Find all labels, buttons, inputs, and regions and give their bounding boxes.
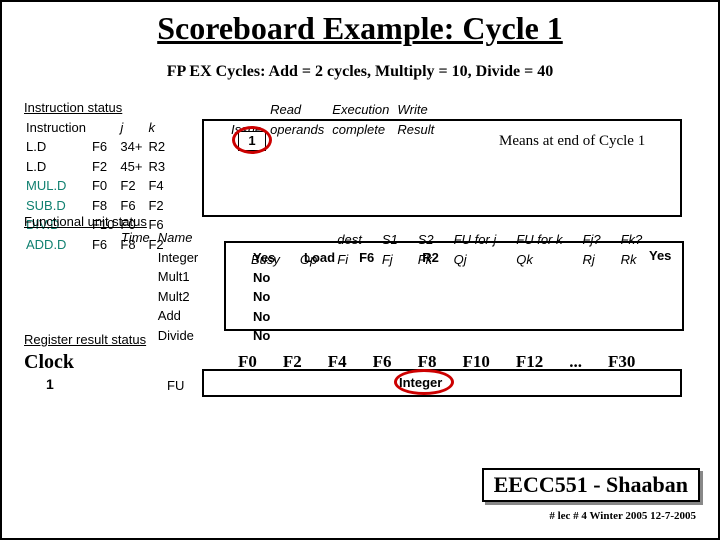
- clock-value: 1: [46, 375, 54, 394]
- slide: Scoreboard Example: Cycle 1 FP EX Cycles…: [0, 0, 720, 540]
- col-k: k: [148, 119, 169, 137]
- reg-status-label: Register result status: [24, 331, 146, 349]
- slide-subtitle: FP EX Cycles: Add = 2 cycles, Multiply =…: [2, 63, 718, 81]
- clock-label: Clock: [24, 349, 74, 376]
- fu-integer-row: Load F6 R2: [302, 247, 463, 269]
- highlight-oval-issue: [232, 126, 272, 154]
- rk-yes: Yes: [649, 247, 671, 265]
- fu-names: TimeName Integer Mult1 Mult2 Add Divide: [119, 227, 206, 346]
- fu-row-label: FU: [167, 377, 184, 395]
- col-j: j: [120, 119, 146, 137]
- slide-title: Scoreboard Example: Cycle 1: [2, 10, 718, 47]
- col-instr: Instruction: [26, 119, 90, 137]
- instr-status-label: Instruction status: [24, 100, 122, 115]
- highlight-oval-integer: [394, 369, 454, 395]
- fu-busy-col: Yes No No No No: [251, 247, 287, 347]
- footer-course: EECC551 - Shaaban: [482, 468, 700, 502]
- means-label: Means at end of Cycle 1: [499, 131, 645, 151]
- footer-meta: # lec # 4 Winter 2005 12-7-2005: [549, 510, 696, 522]
